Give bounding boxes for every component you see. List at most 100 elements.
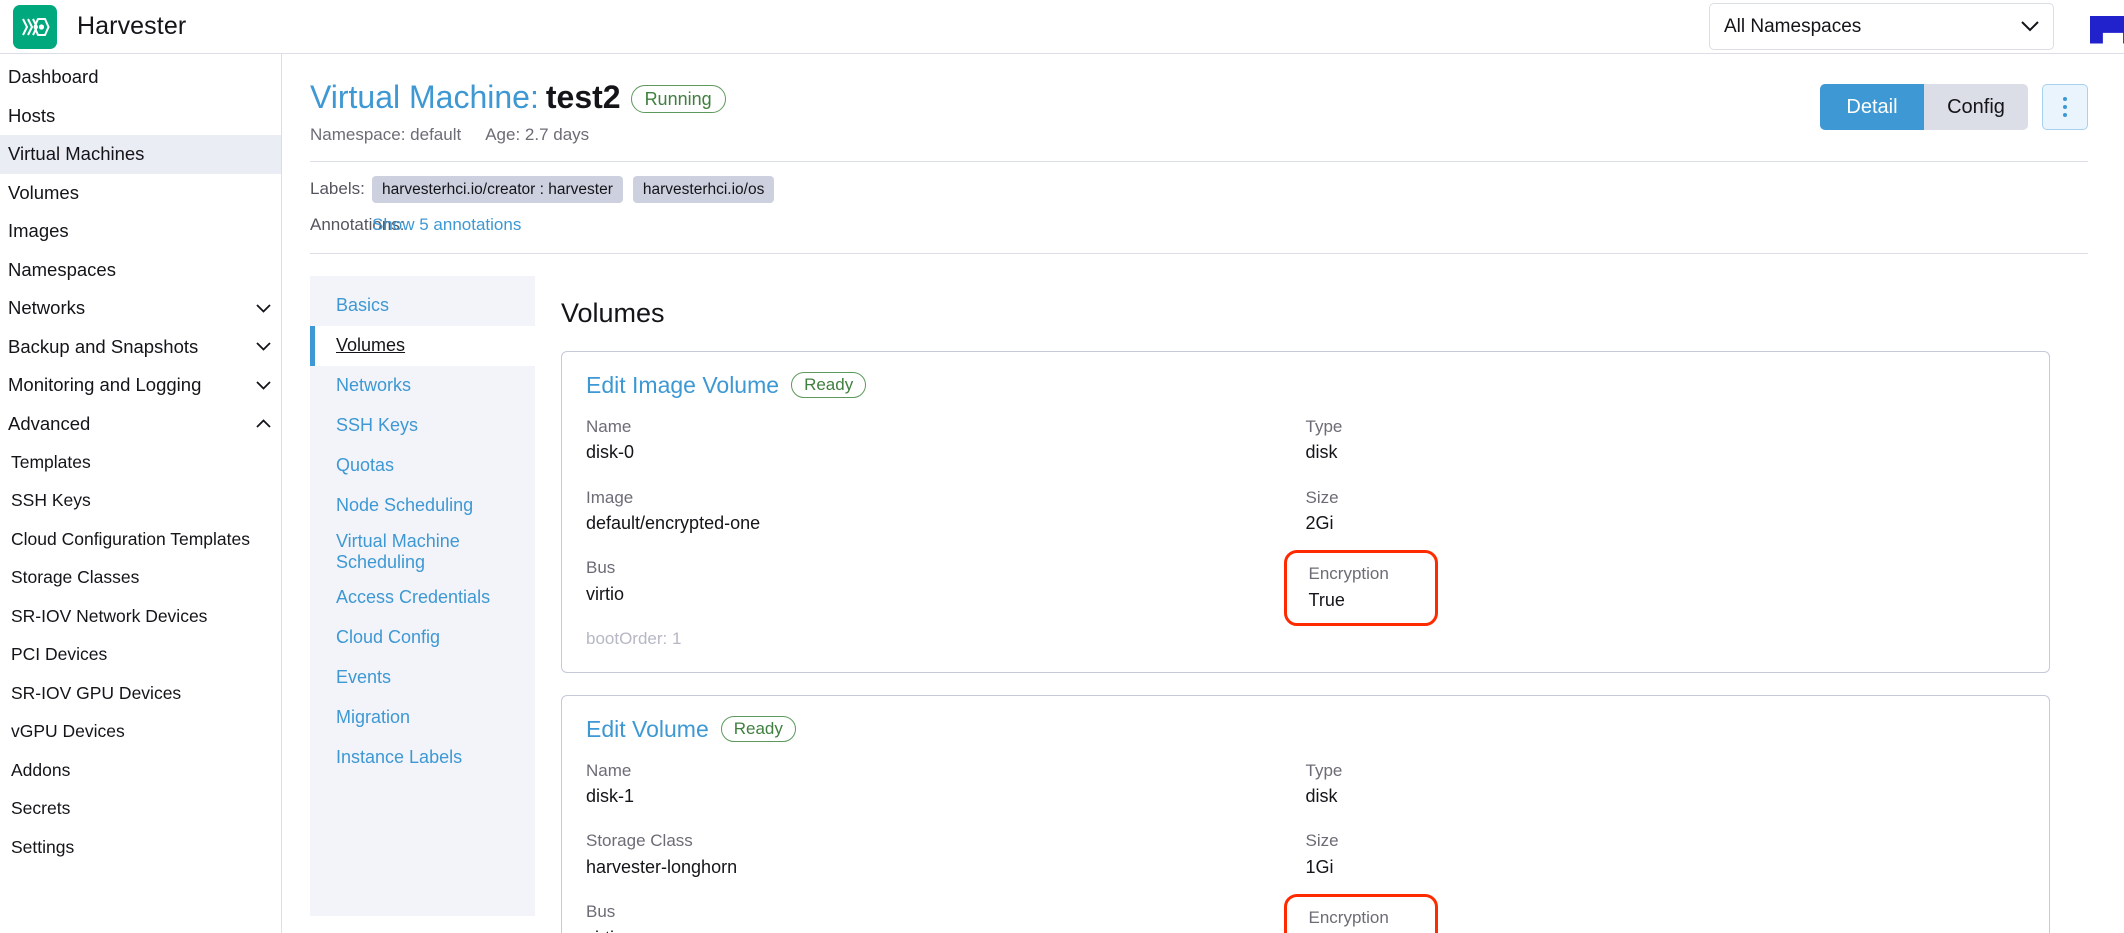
sidebar-item-networks[interactable]: Networks (0, 289, 281, 328)
field-label: Size (1306, 829, 2026, 854)
brand-name: Harvester (77, 12, 186, 41)
sidebar-item-label: Settings (11, 837, 74, 858)
tab-instance-labels[interactable]: Instance Labels (310, 738, 535, 778)
labels-label: Labels: (310, 179, 372, 199)
field: Namedisk-0 (586, 415, 1306, 466)
status-badge: Running (631, 85, 726, 113)
sidebar-item-label: Images (8, 220, 69, 242)
section-title: Volumes (561, 298, 2088, 329)
more-actions-icon[interactable] (2042, 84, 2088, 130)
sidebar-item-label: Storage Classes (11, 567, 139, 588)
metadata-block: Labels: harvesterhci.io/creator : harves… (310, 162, 2088, 239)
tab-cloud-config[interactable]: Cloud Config (310, 618, 535, 658)
tab-migration[interactable]: Migration (310, 698, 535, 738)
sidebar-item-label: Virtual Machines (8, 143, 144, 165)
sidebar-item-label: Cloud Configuration Templates (11, 529, 250, 550)
sidebar-item-sr-iov-network-devices[interactable]: SR-IOV Network Devices (0, 597, 281, 636)
sidebar-item-advanced[interactable]: Advanced (0, 405, 281, 444)
sidebar-item-ssh-keys[interactable]: SSH Keys (0, 482, 281, 521)
namespace-selector[interactable]: All Namespaces (1709, 3, 2054, 50)
sidebar-item-namespaces[interactable]: Namespaces (0, 251, 281, 290)
brand[interactable]: Harvester (0, 5, 282, 49)
tab-events[interactable]: Events (310, 658, 535, 698)
page-submeta: Namespace: default Age: 2.7 days (310, 125, 1820, 145)
tab-node-scheduling[interactable]: Node Scheduling (310, 486, 535, 526)
tab-volumes[interactable]: Volumes (310, 326, 535, 366)
sidebar-item-sr-iov-gpu-devices[interactable]: SR-IOV GPU Devices (0, 674, 281, 713)
tab-access-credentials[interactable]: Access Credentials (310, 578, 535, 618)
sidebar-item-label: SR-IOV Network Devices (11, 606, 207, 627)
chevron-down-icon (256, 339, 271, 354)
label-chip: harvesterhci.io/os (633, 176, 774, 203)
tab-networks[interactable]: Networks (310, 366, 535, 406)
field-label: Storage Class (586, 829, 1306, 854)
sidebar-item-label: Monitoring and Logging (8, 374, 201, 396)
sidebar-item-secrets[interactable]: Secrets (0, 790, 281, 829)
sidebar-item-label: Templates (11, 452, 91, 473)
sidebar-item-settings[interactable]: Settings (0, 828, 281, 867)
volume-status-badge: Ready (791, 372, 866, 398)
sidebar-nav: DashboardHosts Virtual Machines Volumes Ima… (0, 54, 282, 933)
volume-card-body: Namedisk-1Storage Classharvester-longhor… (586, 759, 2025, 933)
sidebar-item-label: Backup and Snapshots (8, 336, 198, 358)
field: Size2Gi (1306, 486, 2026, 537)
field: Busvirtio (586, 556, 1306, 607)
tab-panel-volumes: Volumes Edit Image Volume Ready Namedisk-0… (535, 276, 2088, 916)
metadata-divider (310, 253, 2088, 254)
kebab-dot (2063, 105, 2067, 109)
volume-card: Edit Image Volume Ready Namedisk-0Imagedef… (561, 351, 2050, 673)
field-value: virtio (586, 581, 1306, 607)
field: Typedisk (1306, 759, 2026, 810)
edit-volume-link[interactable]: Edit Image Volume (586, 372, 779, 399)
field-label: Bus (586, 556, 1306, 581)
sidebar-item-volumes[interactable]: Volumes (0, 174, 281, 213)
sidebar-item-label: Namespaces (8, 259, 116, 281)
tab-label: Cloud Config (336, 627, 440, 648)
user-avatar-partial[interactable] (2090, 16, 2124, 44)
kebab-dot (2063, 97, 2067, 101)
sidebar-item-dashboard[interactable]: Dashboard (0, 58, 281, 97)
field-value: True (1309, 587, 1389, 613)
field: bootOrder: 1 (586, 627, 1306, 652)
tab-label: Quotas (336, 455, 394, 476)
sidebar-item-label: Volumes (8, 182, 79, 204)
sidebar-item-label: Addons (11, 760, 70, 781)
sidebar-item-backup-and-snapshots[interactable]: Backup and Snapshots (0, 328, 281, 367)
volume-card: Edit VolumeReadyNamedisk-1Storage Classh… (561, 695, 2050, 933)
field-label: Size (1306, 486, 2026, 511)
namespace-text: Namespace: default (310, 125, 461, 145)
tab-basics[interactable]: Basics (310, 286, 535, 326)
field-label: Bus (586, 900, 1306, 925)
volume-card-header: Edit Image Volume Ready (586, 372, 2025, 399)
volume-card-body: Namedisk-0Imagedefault/encrypted-oneBusv… (586, 415, 2025, 652)
tab-virtual-machine-scheduling[interactable]: Virtual Machine Scheduling (310, 526, 535, 578)
config-button[interactable]: Config (1924, 84, 2028, 130)
sidebar-item-monitoring-and-logging[interactable]: Monitoring and Logging (0, 366, 281, 405)
tab-label: Migration (336, 707, 410, 728)
annotations-row: Annotations: Show 5 annotations (310, 211, 2088, 239)
show-annotations-link[interactable]: Show 5 annotations (372, 215, 521, 235)
label-chip: harvesterhci.io/creator : harvester (372, 176, 623, 203)
field: Typedisk (1306, 415, 2026, 466)
sidebar-item-images[interactable]: Images (0, 212, 281, 251)
sidebar-item-pci-devices[interactable]: PCI Devices (0, 636, 281, 675)
sidebar-item-vgpu-devices[interactable]: vGPU Devices (0, 713, 281, 752)
tabbed-section: BasicsVolumesNetworksSSH KeysQuotasNode … (310, 276, 2088, 916)
sidebar-item-hosts[interactable]: Hosts (0, 97, 281, 136)
field-label: Type (1306, 415, 2026, 440)
detail-button[interactable]: Detail (1820, 84, 1924, 130)
edit-volume-link[interactable]: Edit Volume (586, 716, 709, 743)
sidebar-item-addons[interactable]: Addons (0, 751, 281, 790)
volume-right-column: TypediskSize2GiEncryptionTrue (1306, 415, 2026, 652)
tab-quotas[interactable]: Quotas (310, 446, 535, 486)
tab-ssh-keys[interactable]: SSH Keys (310, 406, 535, 446)
sidebar-item-storage-classes[interactable]: Storage Classes (0, 559, 281, 598)
sidebar-item-cloud-configuration-templates[interactable]: Cloud Configuration Templates (0, 520, 281, 559)
field-value: harvester-longhorn (586, 854, 1306, 880)
tab-label: Events (336, 667, 391, 688)
tab-label: Virtual Machine Scheduling (336, 531, 535, 573)
annotations-label: Annotations: (310, 215, 372, 235)
sidebar-item-virtual-machines[interactable]: Virtual Machines (0, 135, 281, 174)
sidebar-item-templates[interactable]: Templates (0, 443, 281, 482)
chevron-down-icon (256, 301, 271, 316)
